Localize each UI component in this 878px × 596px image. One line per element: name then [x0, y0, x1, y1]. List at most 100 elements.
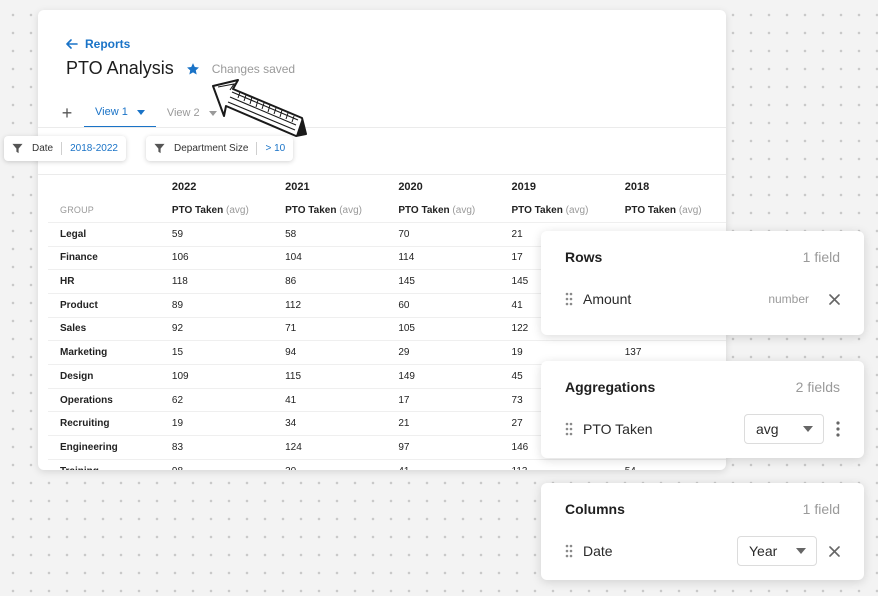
drag-handle-icon[interactable] — [565, 544, 573, 558]
value-cell: 59 — [171, 228, 184, 240]
value-cell: 114 — [398, 252, 415, 264]
year-header[interactable]: 2021 — [273, 175, 386, 199]
filter-separator — [61, 142, 63, 155]
value-cell: 71 — [285, 323, 297, 335]
value-cell: 41 — [386, 459, 499, 470]
metric-label: PTO Taken — [171, 204, 224, 216]
back-link-label: Reports — [85, 37, 131, 51]
value-cell: 86 — [285, 276, 297, 288]
columns-panel: Columns 1 field Date Year — [541, 483, 864, 580]
field-name: Date — [583, 543, 613, 559]
group-cell: Training — [48, 459, 160, 470]
star-icon[interactable] — [186, 62, 200, 76]
group-cell: Engineering — [60, 441, 118, 453]
metric-label: PTO Taken — [511, 204, 563, 216]
group-cell: Operations — [60, 394, 113, 406]
value-cell: 109 — [171, 370, 189, 382]
value-cell: 92 — [171, 323, 184, 335]
year-header[interactable]: 2022 — [160, 175, 273, 199]
year-header[interactable]: 2019 — [500, 175, 613, 199]
value-cell: 145 — [398, 276, 415, 288]
add-view-button[interactable]: + — [58, 104, 76, 122]
field-name: PTO Taken — [583, 421, 653, 437]
value-cell: 98 — [160, 459, 273, 470]
close-icon[interactable] — [829, 545, 840, 557]
select-value: Year — [749, 543, 778, 559]
filter-chip-date[interactable]: Date 2018-2022 — [4, 136, 126, 161]
value-cell: 41 — [285, 394, 297, 406]
value-cell: 62 — [171, 394, 184, 406]
value-cell: 70 — [398, 228, 410, 240]
group-cell: Finance — [60, 252, 98, 264]
filter-field: Date — [32, 143, 54, 154]
metric-header[interactable]: PTO Taken (avg) — [500, 199, 613, 223]
metric-label: PTO Taken — [285, 204, 337, 216]
corner-cell — [48, 175, 160, 199]
filter-icon — [154, 143, 165, 154]
group-column-header[interactable]: GROUP — [48, 199, 160, 223]
caret-down-icon — [136, 109, 145, 115]
panel-count: 1 field — [802, 249, 840, 265]
group-cell: Recruiting — [60, 418, 110, 430]
metric-header[interactable]: PTO Taken (avg) — [273, 199, 386, 223]
rows-panel: Rows 1 field Amount number — [541, 231, 864, 335]
rows-field-amount: Amount number — [565, 281, 840, 317]
metric-agg: (avg) — [226, 204, 249, 216]
aggregation-select[interactable]: avg — [744, 414, 824, 444]
value-cell: 112 — [285, 299, 302, 311]
back-to-reports-link[interactable]: Reports — [66, 37, 130, 51]
tab-label: View 2 — [166, 107, 200, 119]
filter-value: 2018-2022 — [70, 143, 118, 154]
value-cell: 97 — [398, 441, 410, 453]
metric-agg: (avg) — [339, 204, 363, 216]
metric-agg: (avg) — [565, 204, 589, 216]
date-bucket-select[interactable]: Year — [737, 536, 817, 566]
value-cell: 118 — [171, 276, 188, 288]
value-cell: 60 — [398, 299, 410, 311]
tab-label: View 1 — [95, 106, 128, 118]
panel-title: Rows — [565, 249, 603, 265]
drag-handle-icon[interactable] — [565, 292, 573, 306]
arrow-left-icon — [66, 39, 78, 49]
value-cell: 21 — [398, 418, 410, 430]
group-cell: Sales — [60, 323, 87, 335]
field-name: Amount — [583, 291, 632, 307]
caret-down-icon — [803, 426, 813, 432]
group-cell: Marketing — [60, 347, 108, 359]
year-header-row: 2022 2021 2020 2019 2018 — [48, 175, 726, 199]
drag-handle-icon[interactable] — [565, 422, 573, 436]
value-cell: 124 — [285, 441, 302, 453]
more-options-icon[interactable] — [836, 421, 840, 437]
select-value: avg — [756, 421, 779, 437]
value-cell: 89 — [171, 299, 184, 311]
group-cell: Legal — [60, 228, 87, 240]
metric-agg: (avg) — [678, 204, 702, 216]
metric-label: PTO Taken — [624, 204, 677, 216]
group-cell: Product — [60, 299, 98, 311]
panel-title: Aggregations — [565, 379, 656, 395]
tab-view-1[interactable]: View 1 — [84, 98, 156, 128]
value-cell: 115 — [285, 370, 302, 382]
year-header[interactable]: 2018 — [613, 175, 726, 199]
value-cell: 19 — [171, 418, 184, 430]
year-header[interactable]: 2020 — [386, 175, 499, 199]
metric-header[interactable]: PTO Taken (avg) — [160, 199, 273, 223]
value-cell: 15 — [171, 347, 184, 359]
value-cell: 83 — [171, 441, 184, 453]
close-icon[interactable] — [829, 293, 840, 305]
metric-header[interactable]: PTO Taken (avg) — [386, 199, 499, 223]
tabs-divider — [38, 127, 726, 128]
metric-label: PTO Taken — [398, 204, 450, 216]
page-title: PTO Analysis — [66, 58, 174, 78]
panel-count: 2 fields — [795, 379, 840, 395]
value-cell: 106 — [171, 252, 189, 264]
hand-drawn-arrow-icon — [212, 79, 307, 137]
metric-header-row: GROUP PTO Taken (avg) PTO Taken (avg) PT… — [48, 199, 726, 223]
value-cell: 105 — [398, 323, 415, 335]
value-cell: 113 — [500, 459, 613, 470]
metric-header[interactable]: PTO Taken (avg) — [613, 199, 726, 223]
metric-agg: (avg) — [452, 204, 476, 216]
filter-value: > 10 — [265, 143, 286, 154]
table-row[interactable]: Training98304111354 — [48, 459, 726, 470]
value-cell: 94 — [285, 347, 297, 359]
